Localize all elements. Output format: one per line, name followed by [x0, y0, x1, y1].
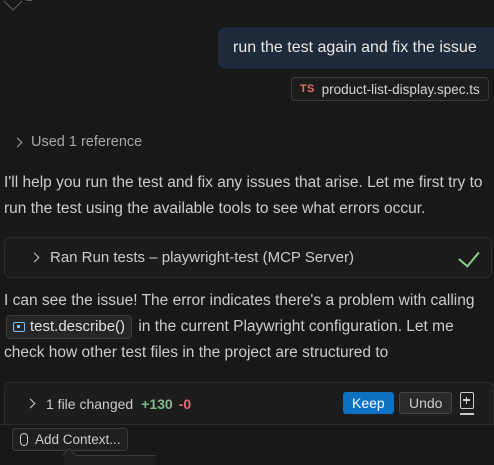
file-changes-bar[interactable]: 1 file changed +130 -0 Keep Undo: [4, 382, 494, 424]
used-references-toggle[interactable]: Used 1 reference: [12, 134, 143, 150]
undo-button[interactable]: Undo: [399, 392, 453, 414]
typescript-file-icon: TS: [300, 83, 315, 95]
chevron-right-icon: [29, 252, 40, 263]
chevron-right-icon[interactable]: [25, 398, 36, 409]
reference-file-chip[interactable]: TS product-list-display.spec.ts: [291, 77, 489, 101]
keep-button[interactable]: Keep: [343, 392, 394, 414]
user-message-bubble: run the test again and fix the issue: [218, 27, 494, 69]
reference-filename: product-list-display.spec.ts: [321, 81, 480, 97]
chevron-up-icon[interactable]: [3, 0, 23, 11]
review-changes-icon[interactable]: [460, 392, 474, 409]
lines-added-count: +130: [141, 395, 173, 412]
paperclip-icon: [20, 433, 28, 446]
add-context-label: Add Context...: [35, 432, 121, 447]
used-references-label: Used 1 reference: [31, 134, 143, 150]
user-message-text: run the test again and fix the issue: [233, 39, 477, 56]
code-symbol-chip[interactable]: test.describe(): [6, 314, 133, 339]
add-context-button[interactable]: Add Context...: [12, 428, 128, 451]
lines-removed-count: -0: [178, 395, 192, 412]
assistant-response-intro: I'll help you run the test and fix any i…: [4, 174, 483, 217]
files-changed-summary: 1 file changed: [46, 395, 134, 412]
tool-call-label: Ran Run tests – playwright-test (MCP Ser…: [50, 249, 354, 266]
check-icon: [458, 245, 480, 268]
divider: [26, 0, 32, 1]
followup-text-before: I can see the issue! The error indicates…: [4, 292, 475, 309]
symbol-method-icon: [13, 321, 25, 332]
code-symbol-text: test.describe(): [30, 317, 126, 335]
assistant-response-followup: I can see the issue! The error indicates…: [4, 288, 494, 366]
review-changes-icon-underline: [460, 413, 474, 415]
tool-call-summary[interactable]: Ran Run tests – playwright-test (MCP Ser…: [4, 237, 492, 278]
chevron-right-icon: [12, 137, 23, 147]
